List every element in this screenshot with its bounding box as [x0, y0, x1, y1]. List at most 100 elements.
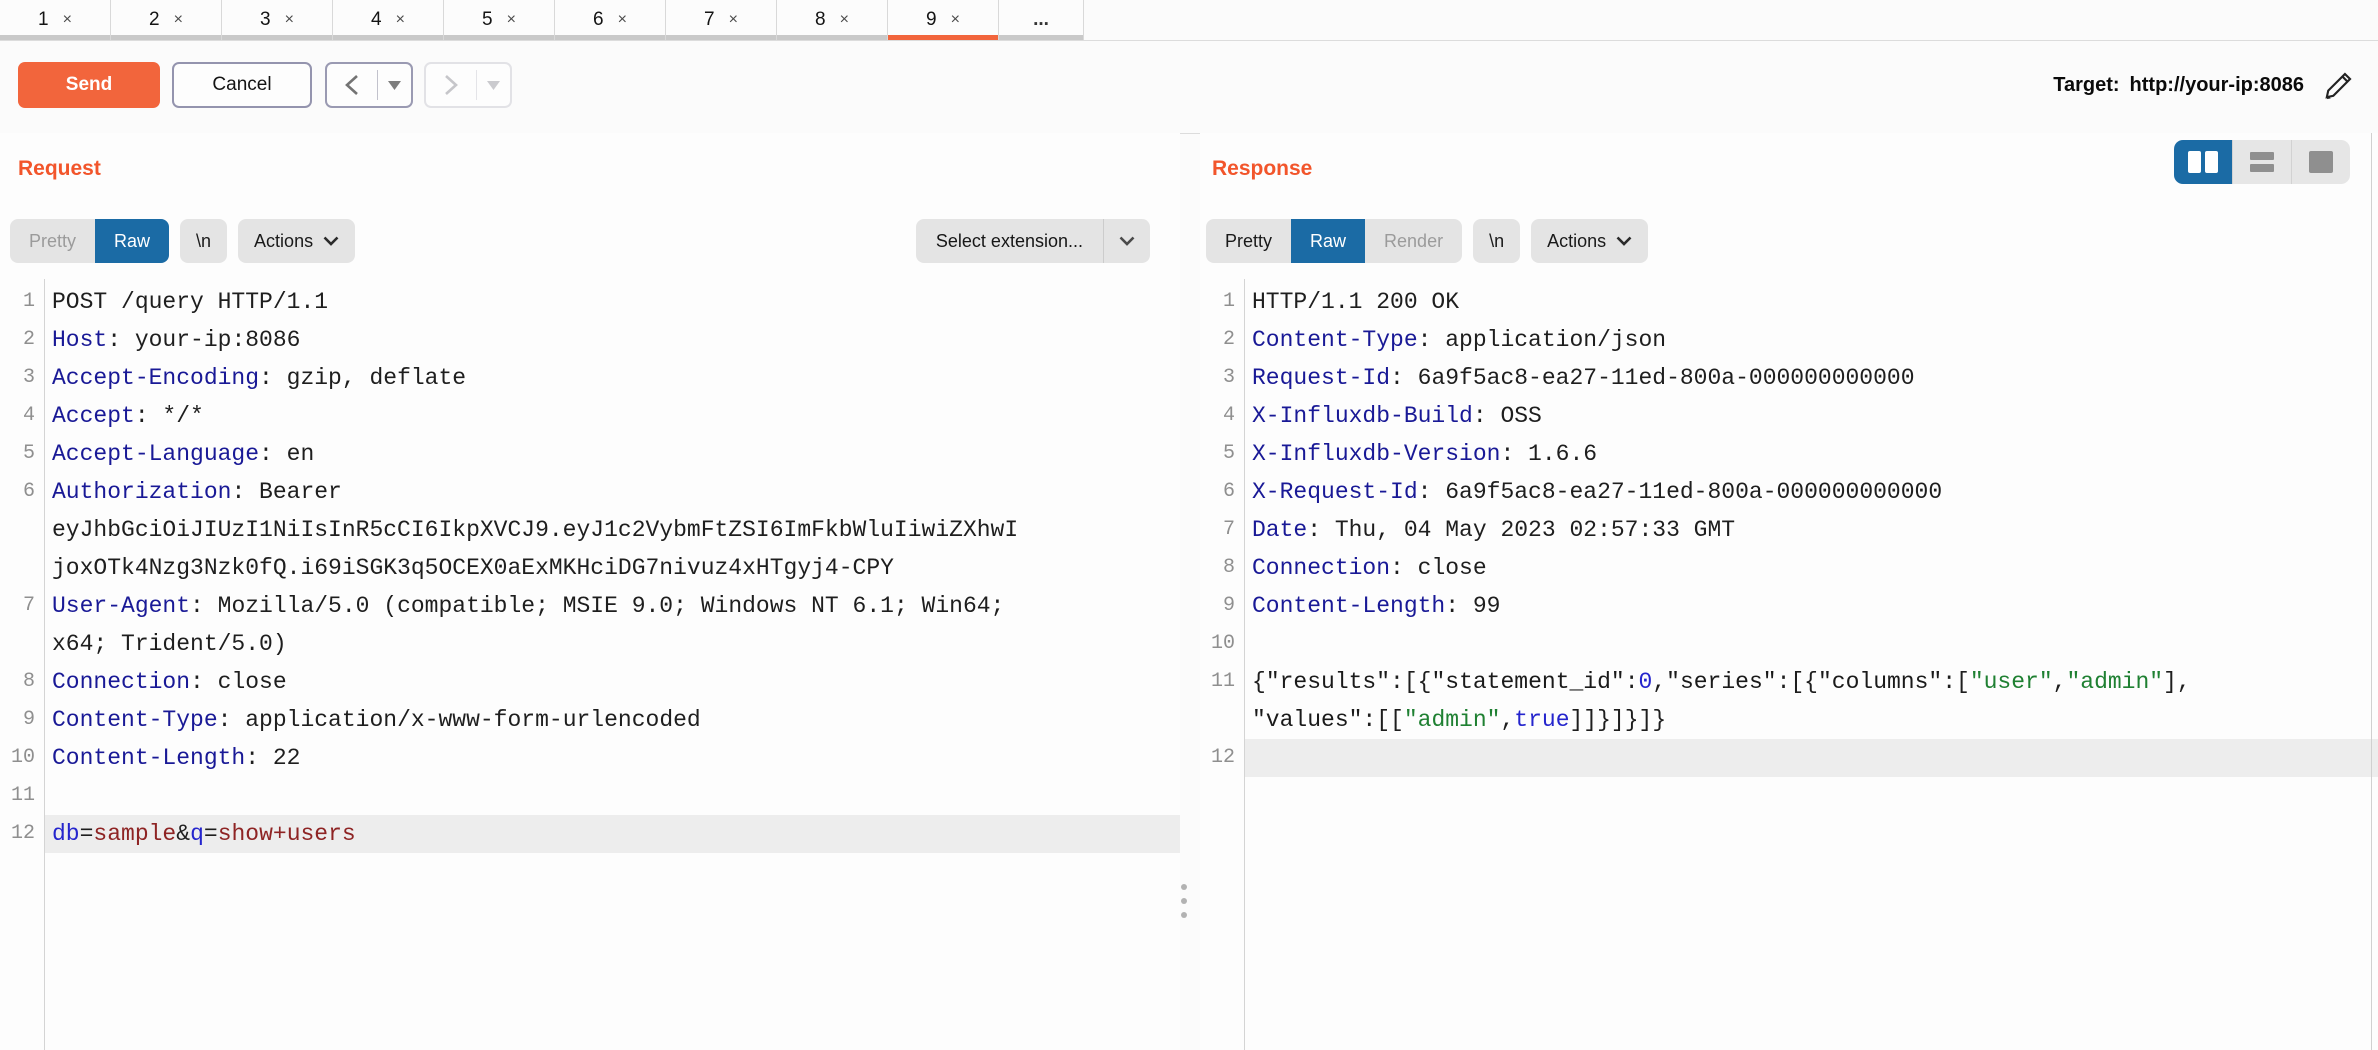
repeater-tab-strip: 1×2×3×4×5×6×7×8×9×...: [0, 0, 2378, 41]
close-icon[interactable]: ×: [618, 11, 627, 29]
chevron-down-icon: [323, 236, 339, 246]
tab-label: ...: [1033, 9, 1049, 31]
line-number: 6: [0, 473, 44, 511]
history-forward-button[interactable]: [424, 62, 512, 108]
close-icon[interactable]: ×: [63, 11, 72, 29]
line-content: db=sample&q=show+users: [44, 815, 1180, 853]
layout-view-switcher: [2174, 140, 2350, 184]
line-content: Content-Length: 22: [44, 739, 1180, 777]
view-tab-pretty[interactable]: Pretty: [1206, 219, 1291, 263]
line-number: 7: [1200, 511, 1244, 549]
tab-label: 7: [704, 9, 715, 31]
tab-label: 8: [815, 9, 826, 31]
line-number: [0, 511, 44, 549]
editor-line: 3Request-Id: 6a9f5ac8-ea27-11ed-800a-000…: [1200, 359, 2378, 397]
tab-label: 2: [149, 9, 160, 31]
forward-arrow-icon: [426, 73, 476, 97]
repeater-tab-4[interactable]: 4×: [333, 0, 444, 40]
close-icon[interactable]: ×: [285, 11, 294, 29]
dropdown-caret-icon: [477, 81, 510, 90]
line-number: 9: [1200, 587, 1244, 625]
rows-view-icon: [2250, 152, 2274, 172]
line-content: Request-Id: 6a9f5ac8-ea27-11ed-800a-0000…: [1244, 359, 2378, 397]
view-tab-raw[interactable]: Raw: [95, 219, 169, 263]
editor-line: 6X-Request-Id: 6a9f5ac8-ea27-11ed-800a-0…: [1200, 473, 2378, 511]
response-view-tabs: PrettyRawRender: [1206, 219, 1462, 263]
panel-splitter-handle[interactable]: [1181, 884, 1191, 926]
tab-label: 5: [482, 9, 493, 31]
line-number: 2: [1200, 321, 1244, 359]
close-icon[interactable]: ×: [396, 11, 405, 29]
response-panel-title: Response: [1212, 157, 1312, 181]
view-tab-raw[interactable]: Raw: [1291, 219, 1365, 263]
chevron-down-icon[interactable]: [1104, 236, 1150, 246]
target-url: Target:http://your-ip:8086: [2053, 74, 2304, 97]
line-number: 4: [1200, 397, 1244, 435]
request-panel-title: Request: [18, 157, 101, 181]
dropdown-caret-icon[interactable]: [378, 81, 411, 90]
request-newline-toggle[interactable]: \n: [180, 219, 227, 263]
response-newline-toggle[interactable]: \n: [1473, 219, 1520, 263]
close-icon[interactable]: ×: [507, 11, 516, 29]
repeater-tab-5[interactable]: 5×: [444, 0, 555, 40]
repeater-tab-7[interactable]: 7×: [666, 0, 777, 40]
request-actions-button[interactable]: Actions: [238, 219, 355, 263]
repeater-tab-9[interactable]: 9×: [888, 0, 999, 40]
line-number: 11: [0, 777, 44, 815]
line-content: Accept-Language: en: [44, 435, 1180, 473]
line-number: 3: [0, 359, 44, 397]
tab-label: 4: [371, 9, 382, 31]
request-editor[interactable]: 1POST /query HTTP/1.12Host: your-ip:8086…: [0, 279, 1180, 1050]
line-number: 10: [1200, 625, 1244, 663]
response-actions-button[interactable]: Actions: [1531, 219, 1648, 263]
repeater-toolbar: Send Cancel Target:http://your-ip:8086: [0, 41, 2378, 134]
line-number: 12: [1200, 739, 1244, 777]
editor-line: 4X-Influxdb-Build: OSS: [1200, 397, 2378, 435]
send-button[interactable]: Send: [18, 62, 160, 108]
response-editor[interactable]: 1HTTP/1.1 200 OK2Content-Type: applicati…: [1200, 279, 2378, 1050]
line-content: POST /query HTTP/1.1: [44, 283, 1180, 321]
rows-view-button[interactable]: [2232, 140, 2291, 184]
repeater-tab-3[interactable]: 3×: [222, 0, 333, 40]
view-tab-pretty[interactable]: Pretty: [10, 219, 95, 263]
view-tab-render[interactable]: Render: [1365, 219, 1462, 263]
repeater-tab-6[interactable]: 6×: [555, 0, 666, 40]
pencil-icon[interactable]: [2322, 68, 2356, 102]
line-content: Host: your-ip:8086: [44, 321, 1180, 359]
columns-view-button[interactable]: [2174, 140, 2232, 184]
history-back-button[interactable]: [325, 62, 413, 108]
close-icon[interactable]: ×: [840, 11, 849, 29]
repeater-tab-1[interactable]: 1×: [0, 0, 111, 40]
line-content: Accept: */*: [44, 397, 1180, 435]
select-extension-dropdown[interactable]: Select extension...: [916, 219, 1150, 263]
line-content: [1244, 625, 2378, 663]
back-arrow-icon[interactable]: [327, 73, 377, 97]
window-edge: [2371, 133, 2372, 1050]
editor-line: 1HTTP/1.1 200 OK: [1200, 283, 2378, 321]
tab-label: 3: [260, 9, 271, 31]
close-icon[interactable]: ×: [951, 11, 960, 29]
editor-line: 10: [1200, 625, 2378, 663]
close-icon[interactable]: ×: [174, 11, 183, 29]
line-number: 6: [1200, 473, 1244, 511]
single-view-button[interactable]: [2291, 140, 2350, 184]
line-content: [44, 777, 1180, 815]
line-number: 11: [1200, 663, 1244, 701]
tab-label: 6: [593, 9, 604, 31]
close-icon[interactable]: ×: [729, 11, 738, 29]
line-content: X-Influxdb-Build: OSS: [1244, 397, 2378, 435]
editor-line: 3Accept-Encoding: gzip, deflate: [0, 359, 1180, 397]
repeater-tab-8[interactable]: 8×: [777, 0, 888, 40]
line-number: [0, 625, 44, 663]
editor-line: joxOTk4Nzg3Nzk0fQ.i69iSGK3q5OCEX0aExMKHc…: [0, 549, 1180, 587]
line-content: Accept-Encoding: gzip, deflate: [44, 359, 1180, 397]
line-number: 1: [0, 283, 44, 321]
more-tabs-button[interactable]: ...: [999, 0, 1084, 40]
repeater-tab-2[interactable]: 2×: [111, 0, 222, 40]
chevron-down-icon: [1616, 236, 1632, 246]
cancel-button[interactable]: Cancel: [172, 62, 312, 108]
line-number: [1200, 701, 1244, 739]
line-number: 8: [0, 663, 44, 701]
editor-line: "values":[["admin",true]]}]}]}: [1200, 701, 2378, 739]
line-content: Connection: close: [44, 663, 1180, 701]
